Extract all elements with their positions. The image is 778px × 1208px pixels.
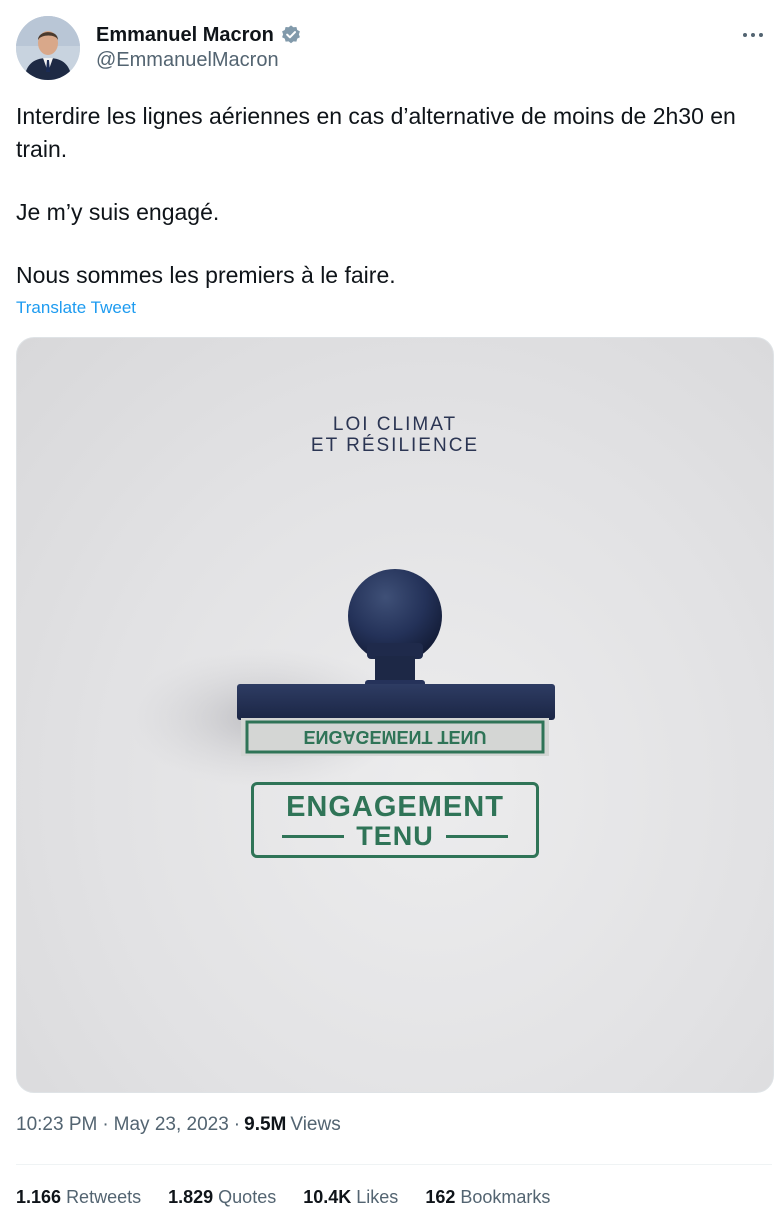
stat-label: Likes: [356, 1187, 399, 1207]
translate-tweet-link[interactable]: Translate Tweet: [16, 298, 136, 318]
views-label: Views: [290, 1114, 341, 1135]
stat-count: 10.4K: [303, 1187, 352, 1207]
avatar-image: [16, 16, 80, 80]
tweet-text: Interdire les lignes aériennes en cas d’…: [16, 100, 756, 292]
tweet-meta: 10:23 PM · May 23, 2023 · 9.5M Views: [16, 1114, 341, 1136]
tweet-paragraph: Je m’y suis engagé.: [16, 199, 220, 225]
author-handle[interactable]: @EmmanuelMacron: [96, 49, 279, 72]
stamp-imprint-line1: ENGAGEMENT: [286, 791, 504, 823]
tweet-paragraph: Nous sommes les premiers à le faire.: [16, 262, 396, 288]
stat-likes[interactable]: 10.4K Likes: [303, 1187, 398, 1208]
meta-separator: ·: [102, 1114, 109, 1135]
stat-count: 1.829: [168, 1187, 214, 1207]
tweet-media-image[interactable]: LOI CLIMAT ET RÉSILIENCE ENGAGEMENT TENU…: [16, 337, 774, 1093]
stat-label: Quotes: [218, 1187, 277, 1207]
stat-bookmarks[interactable]: 162 Bookmarks: [425, 1187, 550, 1208]
stamp-plate-reflection: ENGAGEMENT TENU: [303, 727, 487, 747]
stat-count: 1.166: [16, 1187, 62, 1207]
tweet-date[interactable]: May 23, 2023: [114, 1114, 229, 1136]
stamp-imprint-line2-row: TENU: [254, 822, 536, 850]
stamp-imprint: ENGAGEMENT TENU: [251, 782, 539, 858]
more-horizontal-icon: [743, 33, 763, 37]
views-count: 9.5M: [244, 1114, 287, 1135]
tweet-time[interactable]: 10:23 PM: [16, 1114, 97, 1136]
stat-label: Retweets: [66, 1187, 142, 1207]
stamp-imprint-line2: TENU: [356, 821, 434, 851]
stat-count: 162: [425, 1187, 456, 1207]
meta-separator: ·: [233, 1114, 241, 1135]
avatar[interactable]: [16, 16, 80, 80]
divider: [16, 1164, 772, 1165]
author-name-row[interactable]: Emmanuel Macron: [96, 22, 302, 48]
stamp-dash-right: [445, 834, 508, 838]
tweet-paragraph: Interdire les lignes aériennes en cas d’…: [16, 103, 736, 162]
stat-quotes[interactable]: 1.829 Quotes: [168, 1187, 276, 1208]
tweet-card: Emmanuel Macron @EmmanuelMacron Interdir…: [0, 0, 778, 1208]
more-button[interactable]: [736, 18, 770, 52]
engagement-stats: 1.166 Retweets 1.829 Quotes 10.4K Likes …: [16, 1187, 577, 1208]
verified-badge-icon: [280, 24, 302, 46]
stamp-dash-left: [282, 834, 345, 838]
stat-retweets[interactable]: 1.166 Retweets: [16, 1187, 141, 1208]
rubber-stamp-illustration: [127, 569, 555, 788]
author-display-name[interactable]: Emmanuel Macron: [96, 24, 274, 47]
stat-label: Bookmarks: [460, 1187, 551, 1207]
